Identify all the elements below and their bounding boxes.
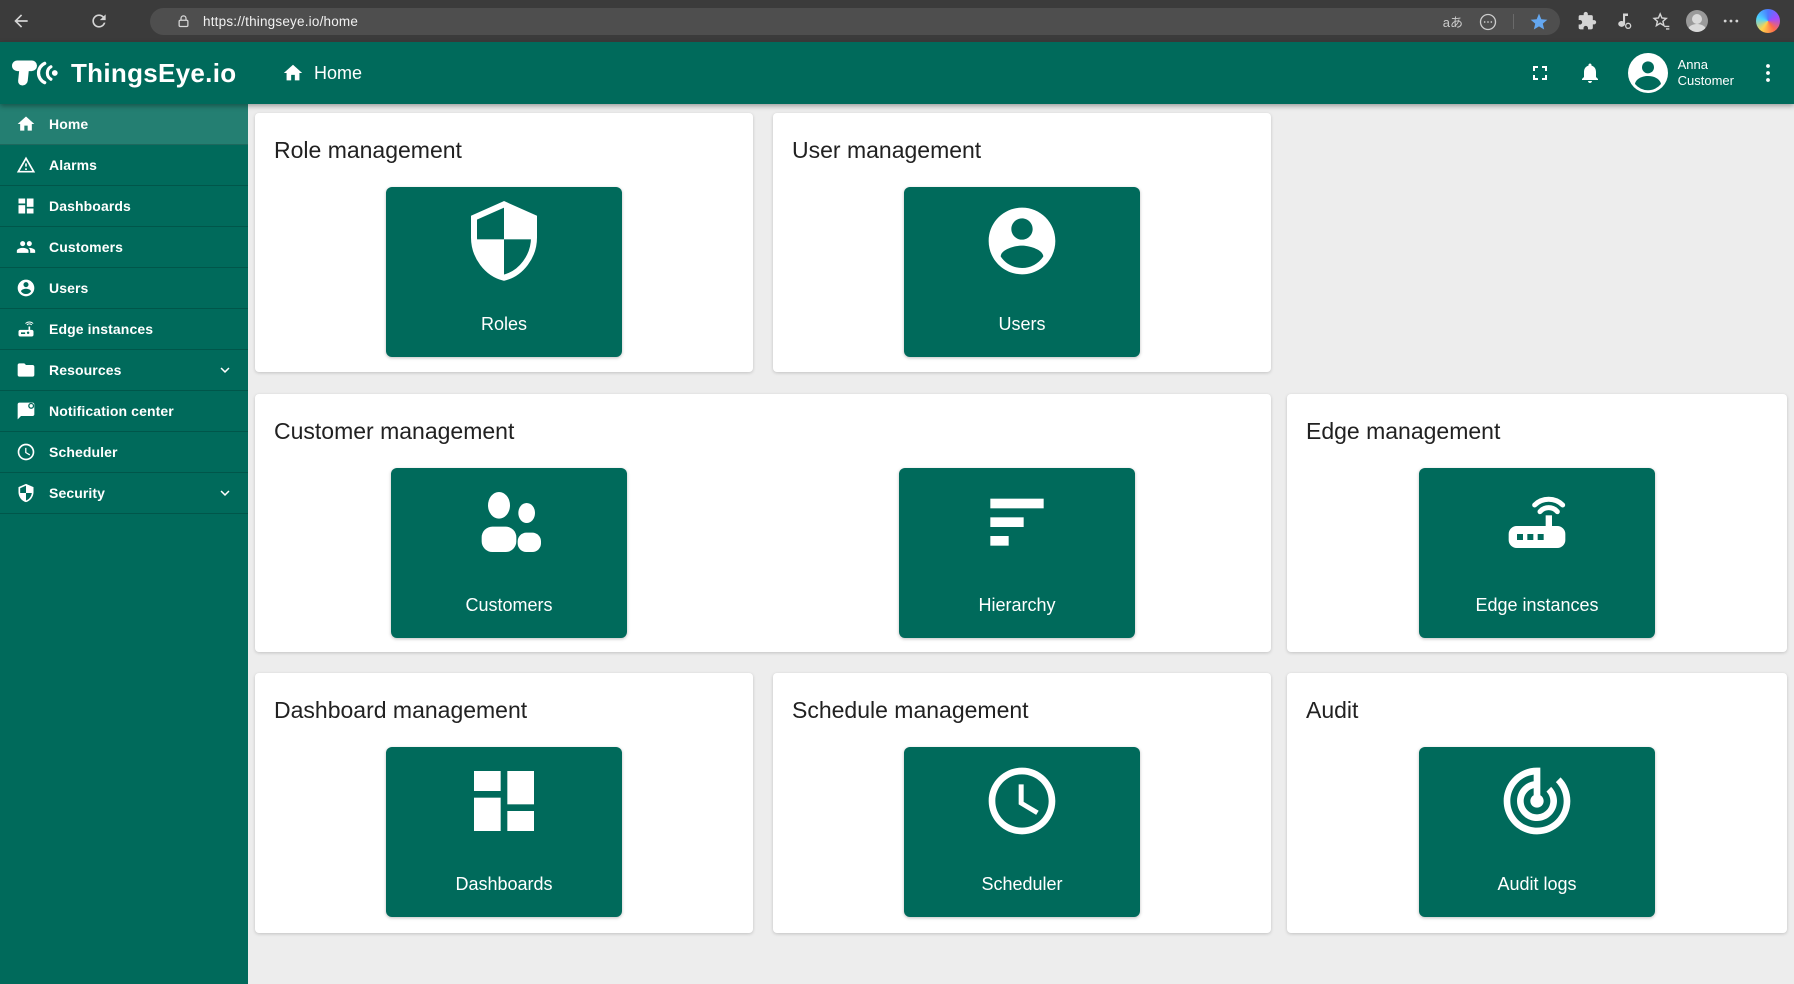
url-text: https://thingseye.io/home [203, 14, 358, 29]
browser-profile-avatar[interactable] [1686, 10, 1708, 32]
edge-instances-tile[interactable]: Edge instances [1419, 468, 1655, 638]
home-icon [16, 114, 36, 134]
roles-tile[interactable]: Roles [386, 187, 622, 357]
sidebar-item-customers[interactable]: Customers [0, 227, 248, 268]
tile-label: Dashboards [386, 874, 622, 895]
card-user-management: User management Users [773, 113, 1271, 372]
card-schedule-management: Schedule management Scheduler [773, 673, 1271, 933]
chevron-down-icon[interactable] [216, 484, 234, 502]
chevron-down-icon[interactable] [216, 361, 234, 379]
sort-bars-icon [977, 482, 1057, 562]
notifications-bell-icon[interactable] [1578, 61, 1602, 85]
clock-icon [16, 442, 36, 462]
divider [1513, 14, 1514, 29]
extensions-icon[interactable] [1576, 10, 1598, 32]
tile-label: Edge instances [1419, 595, 1655, 616]
breadcrumb-label: Home [314, 63, 362, 84]
tile-label: Customers [391, 595, 627, 616]
warning-icon [16, 155, 36, 175]
user-avatar[interactable] [1628, 53, 1668, 93]
sidebar-nav: Home Alarms Dashboards Customers Users E… [0, 104, 248, 984]
user-first-name: Anna [1678, 57, 1734, 73]
breadcrumb[interactable]: Home [282, 42, 362, 104]
card-title: Role management [274, 137, 462, 164]
header-menu-icon[interactable] [1756, 61, 1780, 85]
favorites-icon[interactable] [1650, 10, 1672, 32]
users-tile[interactable]: Users [904, 187, 1140, 357]
browser-menu-icon[interactable] [1720, 10, 1742, 32]
card-customer-management: Customer management Customers [255, 394, 1271, 652]
tile-label: Audit logs [1419, 874, 1655, 895]
address-bar[interactable]: https://thingseye.io/home aあ [150, 8, 1560, 35]
card-role-management: Role management Roles [255, 113, 753, 372]
card-title: Dashboard management [274, 697, 527, 724]
card-title: Edge management [1306, 418, 1500, 445]
logo-text: ThingsEye.io [71, 58, 236, 89]
user-name[interactable]: Anna Customer [1678, 57, 1734, 89]
sidebar-item-edge-instances[interactable]: Edge instances [0, 309, 248, 350]
app-header: ThingsEye.io Home Anna Customer [0, 42, 1794, 104]
card-audit: Audit Audit logs [1287, 673, 1787, 933]
sidebar-item-resources[interactable]: Resources [0, 350, 248, 391]
customers-tile[interactable]: Customers [391, 468, 627, 638]
dashboards-tile[interactable]: Dashboards [386, 747, 622, 917]
shield-icon [16, 483, 36, 503]
card-title: User management [792, 137, 981, 164]
audit-logs-tile[interactable]: Audit logs [1419, 747, 1655, 917]
browser-toolbar: https://thingseye.io/home aあ [0, 0, 1794, 42]
fullscreen-icon[interactable] [1528, 61, 1552, 85]
sidebar-item-notification-center[interactable]: Notification center [0, 391, 248, 432]
folder-icon [16, 360, 36, 380]
sidebar-item-alarms[interactable]: Alarms [0, 145, 248, 186]
sidebar-item-dashboards[interactable]: Dashboards [0, 186, 248, 227]
copilot-icon[interactable] [1756, 9, 1780, 33]
hierarchy-tile[interactable]: Hierarchy [899, 468, 1135, 638]
thingseye-logo-icon [12, 56, 62, 90]
translate-icon[interactable]: aあ [1443, 12, 1463, 31]
router-icon [16, 319, 36, 339]
home-icon [282, 62, 304, 84]
home-dashboard-content: Role management Roles User management Us… [248, 104, 1794, 984]
back-icon[interactable] [10, 10, 32, 32]
card-dashboard-management: Dashboard management Dashboards [255, 673, 753, 933]
page-actions-icon[interactable] [1477, 11, 1499, 33]
chat-unread-icon [16, 401, 36, 421]
sidebar-item-users[interactable]: Users [0, 268, 248, 309]
customer-half: Customers [255, 394, 763, 652]
reload-icon[interactable] [88, 10, 110, 32]
lock-icon [176, 14, 191, 29]
people-icon [16, 237, 36, 257]
tile-label: Scheduler [904, 874, 1140, 895]
tile-label: Hierarchy [899, 595, 1135, 616]
clock-icon [982, 761, 1062, 841]
account-circle-icon [982, 201, 1062, 281]
track-changes-icon [1497, 761, 1577, 841]
sidebar-item-security[interactable]: Security [0, 473, 248, 514]
card-title: Audit [1306, 697, 1358, 724]
tile-label: Users [904, 314, 1140, 335]
app-logo[interactable]: ThingsEye.io [12, 42, 236, 104]
card-edge-management: Edge management Edge instances [1287, 394, 1787, 652]
hierarchy-half: Hierarchy [763, 394, 1271, 652]
browser-window: https://thingseye.io/home aあ [0, 0, 1794, 984]
sidebar-item-home[interactable]: Home [0, 104, 248, 145]
tile-label: Roles [386, 314, 622, 335]
dashboard-icon [16, 196, 36, 216]
bookmark-star-icon[interactable] [1528, 11, 1550, 33]
router-icon [1497, 482, 1577, 562]
user-role: Customer [1678, 73, 1734, 89]
people-icon [469, 482, 549, 562]
scheduler-tile[interactable]: Scheduler [904, 747, 1140, 917]
dashboard-icon [464, 761, 544, 841]
media-controls-icon[interactable] [1612, 10, 1634, 32]
card-title: Schedule management [792, 697, 1029, 724]
account-circle-icon [16, 278, 36, 298]
shield-quartered-icon [464, 201, 544, 281]
sidebar-item-scheduler[interactable]: Scheduler [0, 432, 248, 473]
